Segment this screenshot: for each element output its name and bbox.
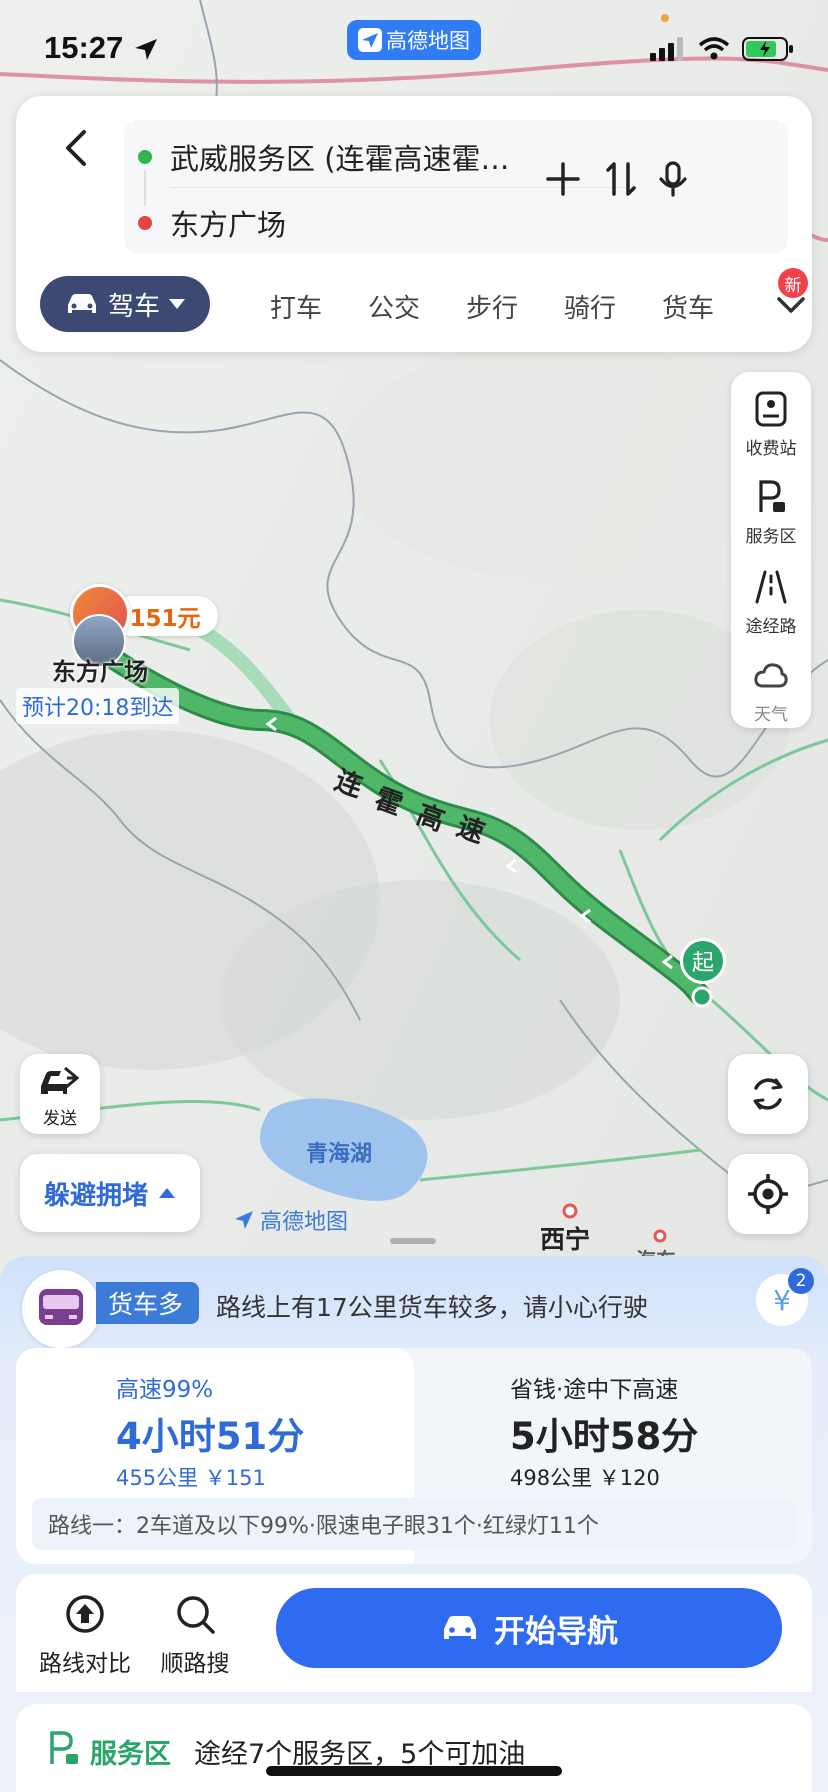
start-navigation-label: 开始导航: [494, 1613, 618, 1650]
search-icon: [177, 1596, 215, 1634]
caret-down-icon: [169, 299, 185, 309]
start-pin[interactable]: 起: [680, 938, 726, 984]
refresh-route-button[interactable]: [728, 1054, 808, 1134]
route-2-meta: 498公里 ￥120: [510, 1466, 660, 1490]
avoid-congestion-button[interactable]: 躲避拥堵: [20, 1154, 200, 1232]
add-waypoint-icon[interactable]: [544, 160, 582, 198]
battery-icon: [742, 37, 793, 61]
sheet-drag-handle[interactable]: [390, 1238, 436, 1244]
toll-info-count-badge: 2: [788, 1268, 814, 1294]
status-icons: [650, 36, 794, 62]
route-planning-card: 武威服务区 (连霍高速霍… 东方广场 驾车 打车 公交 步行 骑行 货车 新: [16, 96, 812, 352]
toll-station-label: 收费站: [745, 439, 797, 459]
city-label-xining: 西宁: [540, 1225, 591, 1254]
location-arrow-icon: [135, 39, 157, 60]
search-along-route-button[interactable]: 顺路搜: [140, 1592, 250, 1678]
via-road-icon: [755, 570, 787, 604]
tab-drive[interactable]: 驾车: [40, 276, 210, 332]
eta-label: 预计20:18到达: [16, 688, 180, 724]
truck-warning-tag: 货车多: [96, 1282, 200, 1324]
service-area-title: 服务区: [90, 1739, 171, 1770]
signal-icon: [650, 37, 683, 61]
locate-me-button[interactable]: [728, 1154, 808, 1234]
caret-up-icon: [159, 1188, 175, 1198]
yen-icon: ¥: [773, 1283, 791, 1317]
start-navigation-button[interactable]: 开始导航: [276, 1588, 782, 1668]
lake-label: 青海湖: [306, 1142, 373, 1167]
route-2-tag: 省钱·途中下高速: [510, 1377, 679, 1403]
service-area-icon: [759, 480, 785, 512]
car-send-icon: [41, 1066, 80, 1094]
truck-icon: [39, 1289, 83, 1325]
route-1-meta: 455公里 ￥151: [116, 1466, 266, 1490]
weather-button[interactable]: 天气: [731, 656, 811, 725]
refresh-icon: [753, 1078, 783, 1110]
travel-mode-tabs: 驾车 打车 公交 步行 骑行 货车: [40, 274, 805, 334]
privacy-indicator: [661, 14, 669, 22]
weather-icon: [754, 663, 788, 688]
service-area-label: 服务区: [745, 527, 797, 547]
destination-field[interactable]: 东方广场: [170, 202, 286, 244]
tab-walk[interactable]: 步行: [466, 288, 518, 325]
truck-warning-message: 路线上有17公里货车较多，请小心行驶: [216, 1293, 648, 1322]
destination-dot: [138, 216, 152, 230]
via-road-button[interactable]: 途经路: [731, 568, 811, 637]
service-area-button[interactable]: 服务区: [731, 478, 811, 547]
tab-taxi[interactable]: 打车: [270, 288, 322, 325]
origin-field[interactable]: 武威服务区 (连霍高速霍…: [170, 136, 510, 178]
destination-map-label: 东方广场: [52, 658, 148, 686]
search-along-label: 顺路搜: [160, 1651, 230, 1677]
route-options: 高速99% 4小时51分 455公里 ￥151 省钱·途中下高速 5小时58分 …: [16, 1348, 812, 1564]
new-badge: 新: [778, 268, 808, 298]
route-detail-summary: 路线一：2车道及以下99%·限速电子眼31个·红绿灯11个: [32, 1498, 796, 1550]
home-indicator[interactable]: [266, 1766, 562, 1776]
back-button[interactable]: [46, 118, 106, 178]
route-results-sheet: 货车多 路线上有17公里货车较多，请小心行驶 ¥ 2 高速99% 4小时51分 …: [0, 1256, 828, 1792]
map-watermark: 高德地图: [232, 1204, 348, 1236]
send-to-car-button[interactable]: 发送: [20, 1054, 100, 1134]
service-area-icon: [50, 1731, 78, 1764]
microphone-icon[interactable]: [654, 160, 692, 198]
send-label: 发送: [43, 1109, 77, 1129]
route-1-duration: 4小时51分: [116, 1415, 305, 1458]
swap-icon[interactable]: [602, 160, 640, 198]
service-area-summary[interactable]: 服务区 途经7个服务区，5个可加油: [16, 1704, 812, 1792]
amap-logo-icon: [358, 28, 382, 52]
via-road-label: 途经路: [745, 617, 797, 637]
watermark-text: 高德地图: [260, 1210, 349, 1235]
amap-logo-icon: [235, 1211, 253, 1229]
tab-transit[interactable]: 公交: [368, 288, 420, 325]
weather-label: 天气: [754, 705, 788, 725]
wifi-icon: [698, 37, 730, 60]
route-1-tag: 高速99%: [116, 1377, 214, 1403]
toll-station-icon: [755, 391, 787, 427]
tab-bike[interactable]: 骑行: [564, 288, 616, 325]
tab-drive-label: 驾车: [107, 291, 160, 322]
locate-icon: [748, 1174, 788, 1214]
status-bar: 15:27 高德地图: [0, 0, 828, 100]
route-input-box: 武威服务区 (连霍高速霍… 东方广场: [124, 120, 788, 254]
chevron-left-icon: [66, 130, 86, 166]
map-layers-panel: 收费站 服务区 途经路 天气: [731, 372, 811, 728]
avoid-congestion-label: 躲避拥堵: [43, 1180, 148, 1211]
app-return-badge[interactable]: 高德地图: [347, 20, 481, 60]
origin-dot: [138, 150, 152, 164]
waypoint-connector: [144, 170, 146, 206]
car-icon: [67, 294, 96, 313]
toll-station-button[interactable]: 收费站: [731, 390, 811, 459]
car-icon: [444, 1616, 476, 1639]
route-compare-label: 路线对比: [39, 1651, 131, 1677]
action-bar: 路线对比 顺路搜 开始导航: [16, 1574, 812, 1692]
app-badge-label: 高德地图: [386, 29, 470, 53]
route-compare-icon: [66, 1595, 104, 1633]
route-2-duration: 5小时58分: [510, 1415, 699, 1458]
route-compare-button[interactable]: 路线对比: [30, 1592, 140, 1678]
tab-truck[interactable]: 货车: [662, 288, 714, 325]
truck-avatar: [22, 1270, 100, 1348]
status-time: 15:27: [44, 30, 124, 65]
